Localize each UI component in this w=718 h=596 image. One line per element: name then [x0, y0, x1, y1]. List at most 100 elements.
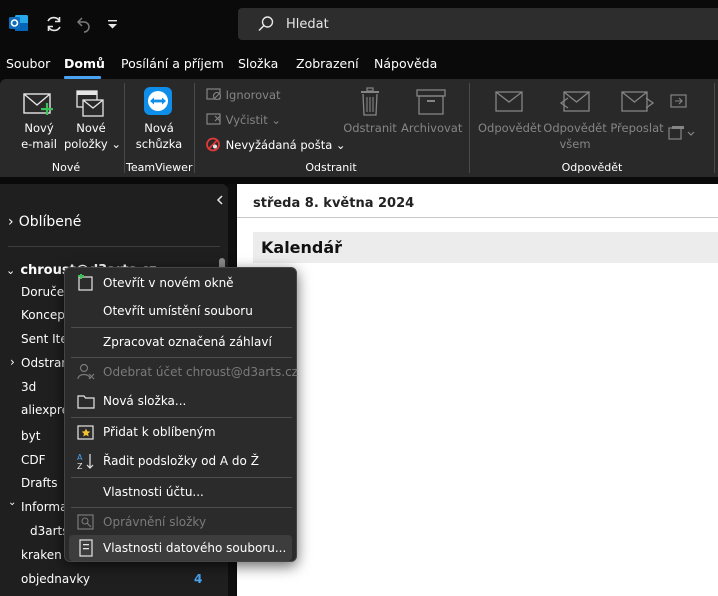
more-reply-icon[interactable]	[668, 125, 698, 141]
menu-item-sort-subfolders[interactable]: A Z Řadit podsložky od A do Ž	[65, 448, 296, 474]
archive-button[interactable]: Archivovat	[401, 87, 463, 137]
clean-icon	[206, 113, 221, 125]
undo-icon[interactable]	[74, 14, 94, 34]
unread-count-badge: 4	[194, 572, 203, 586]
menu-item-folder-permissions[interactable]: Oprávnění složky	[65, 509, 296, 535]
menu-item-add-to-favorites[interactable]: Přidat k oblíbeným	[65, 419, 296, 445]
calendar-section[interactable]: Kalendář	[253, 232, 718, 263]
ribbon: Nový e-mail Nové položky ⌄ Nové Nová sch…	[0, 79, 718, 177]
new-meeting-button[interactable]: Nová schůzka	[130, 87, 188, 159]
calendar-view: středa 8. května 2024 Kalendář	[237, 184, 718, 596]
menu-item-label: Oprávnění složky	[103, 515, 207, 529]
chevron-down-icon: ⌄	[6, 264, 16, 277]
tab-domu[interactable]: Domů	[64, 56, 105, 71]
menu-item-open-file-location[interactable]: Otevřít umístění souboru	[65, 298, 296, 324]
menu-item-label: Vlastnosti účtu...	[103, 485, 204, 499]
menu-item-process-headers[interactable]: Zpracovat označená záhlaví	[65, 329, 296, 355]
chevron-right-icon[interactable]: ›	[10, 355, 15, 369]
reply-all-label-2: všem	[559, 137, 591, 151]
new-meeting-label-1: Nová	[144, 121, 174, 135]
outlook-logo-icon[interactable]	[9, 14, 29, 32]
new-items-label-2: položky ⌄	[64, 137, 121, 151]
svg-text:A: A	[77, 453, 83, 462]
clean-label: Vyčistit	[225, 113, 268, 127]
ribbon-separator	[714, 83, 715, 173]
folder-item[interactable]: byt	[21, 429, 40, 443]
tab-zobrazeni[interactable]: Zobrazení	[296, 56, 359, 71]
tab-napoveda[interactable]: Nápověda	[374, 56, 437, 71]
chevron-down-icon[interactable]: ⌄	[8, 497, 16, 508]
group-label-teamviewer: TeamViewer	[126, 161, 193, 174]
svg-text:Z: Z	[77, 462, 83, 470]
clean-button[interactable]: Vyčistit ⌄	[206, 112, 281, 127]
sync-icon[interactable]	[44, 14, 64, 34]
ribbon-separator	[469, 83, 470, 173]
menu-item-label: Zpracovat označená záhlaví	[103, 335, 272, 349]
reply-all-icon	[559, 91, 590, 112]
reply-icon	[495, 91, 523, 112]
nav-divider	[8, 246, 220, 247]
reply-button[interactable]: Odpovědět	[478, 87, 542, 137]
folder-item[interactable]: CDF	[21, 453, 46, 467]
favorites-header[interactable]: › Oblíbené	[8, 211, 81, 230]
tab-slozka[interactable]: Složka	[238, 56, 278, 71]
trash-icon	[361, 87, 379, 116]
forward-icon	[621, 91, 654, 112]
reply-label: Odpovědět	[478, 121, 542, 135]
teamviewer-icon	[144, 87, 172, 115]
sort-az-icon: A Z	[77, 453, 94, 470]
date-header: středa 8. května 2024	[237, 184, 718, 218]
reply-all-label-1: Odpovědět	[543, 121, 607, 135]
folder-item[interactable]: d3arts	[30, 524, 69, 538]
meeting-reply-icon[interactable]	[670, 93, 688, 109]
folder-item[interactable]: kraken	[21, 548, 62, 562]
menu-item-new-folder[interactable]: Nová složka...	[65, 388, 296, 414]
ribbon-separator	[194, 83, 195, 173]
group-label-delete: Odstranit	[305, 161, 357, 174]
menu-item-label: Otevřít v novém okně	[103, 276, 234, 290]
archive-label: Archivovat	[401, 121, 463, 135]
delete-label: Odstranit	[343, 121, 397, 135]
new-items-label-1: Nové	[76, 121, 106, 135]
customize-toolbar-icon[interactable]	[103, 14, 123, 34]
data-file-properties-icon	[79, 539, 93, 557]
tab-posilani-a-prijem[interactable]: Posílání a příjem	[121, 56, 224, 71]
folder-item[interactable]: Drafts	[21, 476, 58, 490]
forward-button[interactable]: Přeposlat	[608, 87, 666, 137]
search-icon	[258, 16, 274, 32]
folder-item[interactable]: objednavky	[21, 572, 90, 586]
junk-mail-button[interactable]: Nevyžádaná pošta ⌄	[206, 137, 346, 152]
menu-item-label: Přidat k oblíbeným	[103, 425, 216, 439]
archive-icon	[416, 89, 446, 115]
menu-separator	[71, 327, 292, 328]
new-meeting-label-2: schůzka	[135, 137, 183, 151]
menu-item-label: Otevřít umístění souboru	[103, 304, 253, 318]
new-email-label-2: e-mail	[21, 137, 57, 151]
reply-all-button[interactable]: Odpovědět všem	[543, 87, 607, 153]
collapse-pane-icon[interactable]	[215, 194, 225, 206]
menu-item-label: Vlastnosti datového souboru...	[103, 541, 287, 555]
menu-item-remove-account[interactable]: Odebrat účet chroust@d3arts.cz	[65, 359, 298, 385]
new-email-button[interactable]: Nový e-mail	[14, 87, 64, 159]
ribbon-separator	[124, 83, 125, 173]
tab-soubor[interactable]: Soubor	[6, 56, 50, 71]
menu-separator	[71, 507, 292, 508]
menu-item-account-properties[interactable]: Vlastnosti účtu...	[65, 479, 296, 505]
menu-item-open-new-window[interactable]: Otevřít v novém okně	[65, 270, 296, 296]
menu-bar: Soubor Domů Posílání a příjem Složka Zob…	[0, 50, 718, 78]
junk-label: Nevyžádaná pošta	[225, 138, 333, 152]
group-label-new: Nové	[51, 161, 81, 174]
ignore-button[interactable]: Ignorovat	[206, 87, 281, 102]
search-box[interactable]	[238, 8, 718, 40]
favorites-label: Oblíbené	[18, 214, 82, 230]
delete-button[interactable]: Odstranit	[341, 87, 399, 137]
folder-item[interactable]: 3d	[21, 380, 36, 394]
new-items-button[interactable]: Nové položky ⌄	[64, 87, 121, 159]
junk-icon	[206, 137, 220, 152]
menu-separator	[71, 417, 292, 418]
ignore-label: Ignorovat	[225, 88, 281, 102]
menu-separator	[71, 357, 292, 358]
menu-item-data-file-properties[interactable]: Vlastnosti datového souboru...	[69, 535, 292, 561]
search-input[interactable]	[286, 14, 686, 34]
star-folder-icon	[77, 425, 94, 440]
